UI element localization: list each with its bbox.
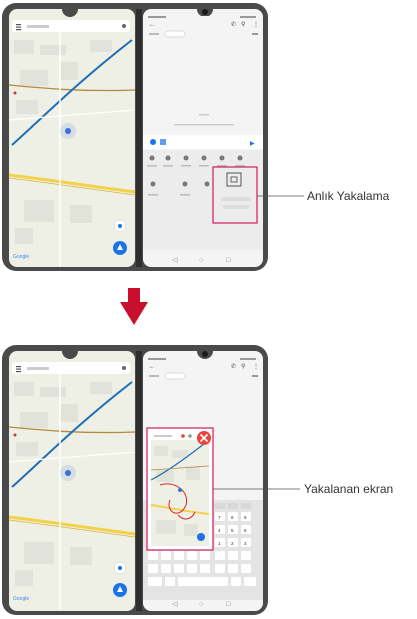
captured-screen-thumbnail[interactable] [146,427,214,551]
bottom-device: Google ← ✆ ⚲ ⋮ 789 456 123 ◁ ○ □ [2,345,300,615]
svg-text:○: ○ [199,601,203,608]
captured-screen-label: Yakalanan ekran [304,482,394,496]
illustration: Google ← ✆ ⚲ ⋮ ▶ ◁ ○ □ Google ← ✆ ⚲ ⋮ 7 … [2,3,304,615]
search-icon[interactable]: ⚲ [241,363,245,370]
google-logo: Google [13,254,29,260]
svg-text:◁: ◁ [172,601,178,608]
mic-icon[interactable] [122,24,126,28]
more-icon[interactable]: ⋮ [253,22,259,28]
svg-text:▶: ▶ [250,141,255,147]
top-device: Google ← ✆ ⚲ ⋮ ▶ ◁ ○ □ [2,3,304,271]
menu-icon[interactable] [16,366,21,368]
close-icon[interactable] [197,431,211,445]
capture-label: Anlık Yakalama [307,189,390,203]
mic-icon[interactable] [122,366,126,370]
front-camera [202,9,208,15]
more-icon[interactable]: ⋮ [253,364,259,370]
back-icon[interactable]: ← [149,364,155,370]
google-logo: Google [13,596,29,602]
phone-icon[interactable]: ✆ [231,21,236,28]
svg-text:○: ○ [199,257,203,264]
phone-icon[interactable]: ✆ [231,363,236,370]
down-arrow [120,288,148,325]
back-icon[interactable]: ← [149,22,155,28]
search-icon[interactable]: ⚲ [241,21,245,28]
top-hinge [136,9,142,267]
menu-icon[interactable] [16,24,21,26]
svg-text:◁: ◁ [172,257,178,264]
